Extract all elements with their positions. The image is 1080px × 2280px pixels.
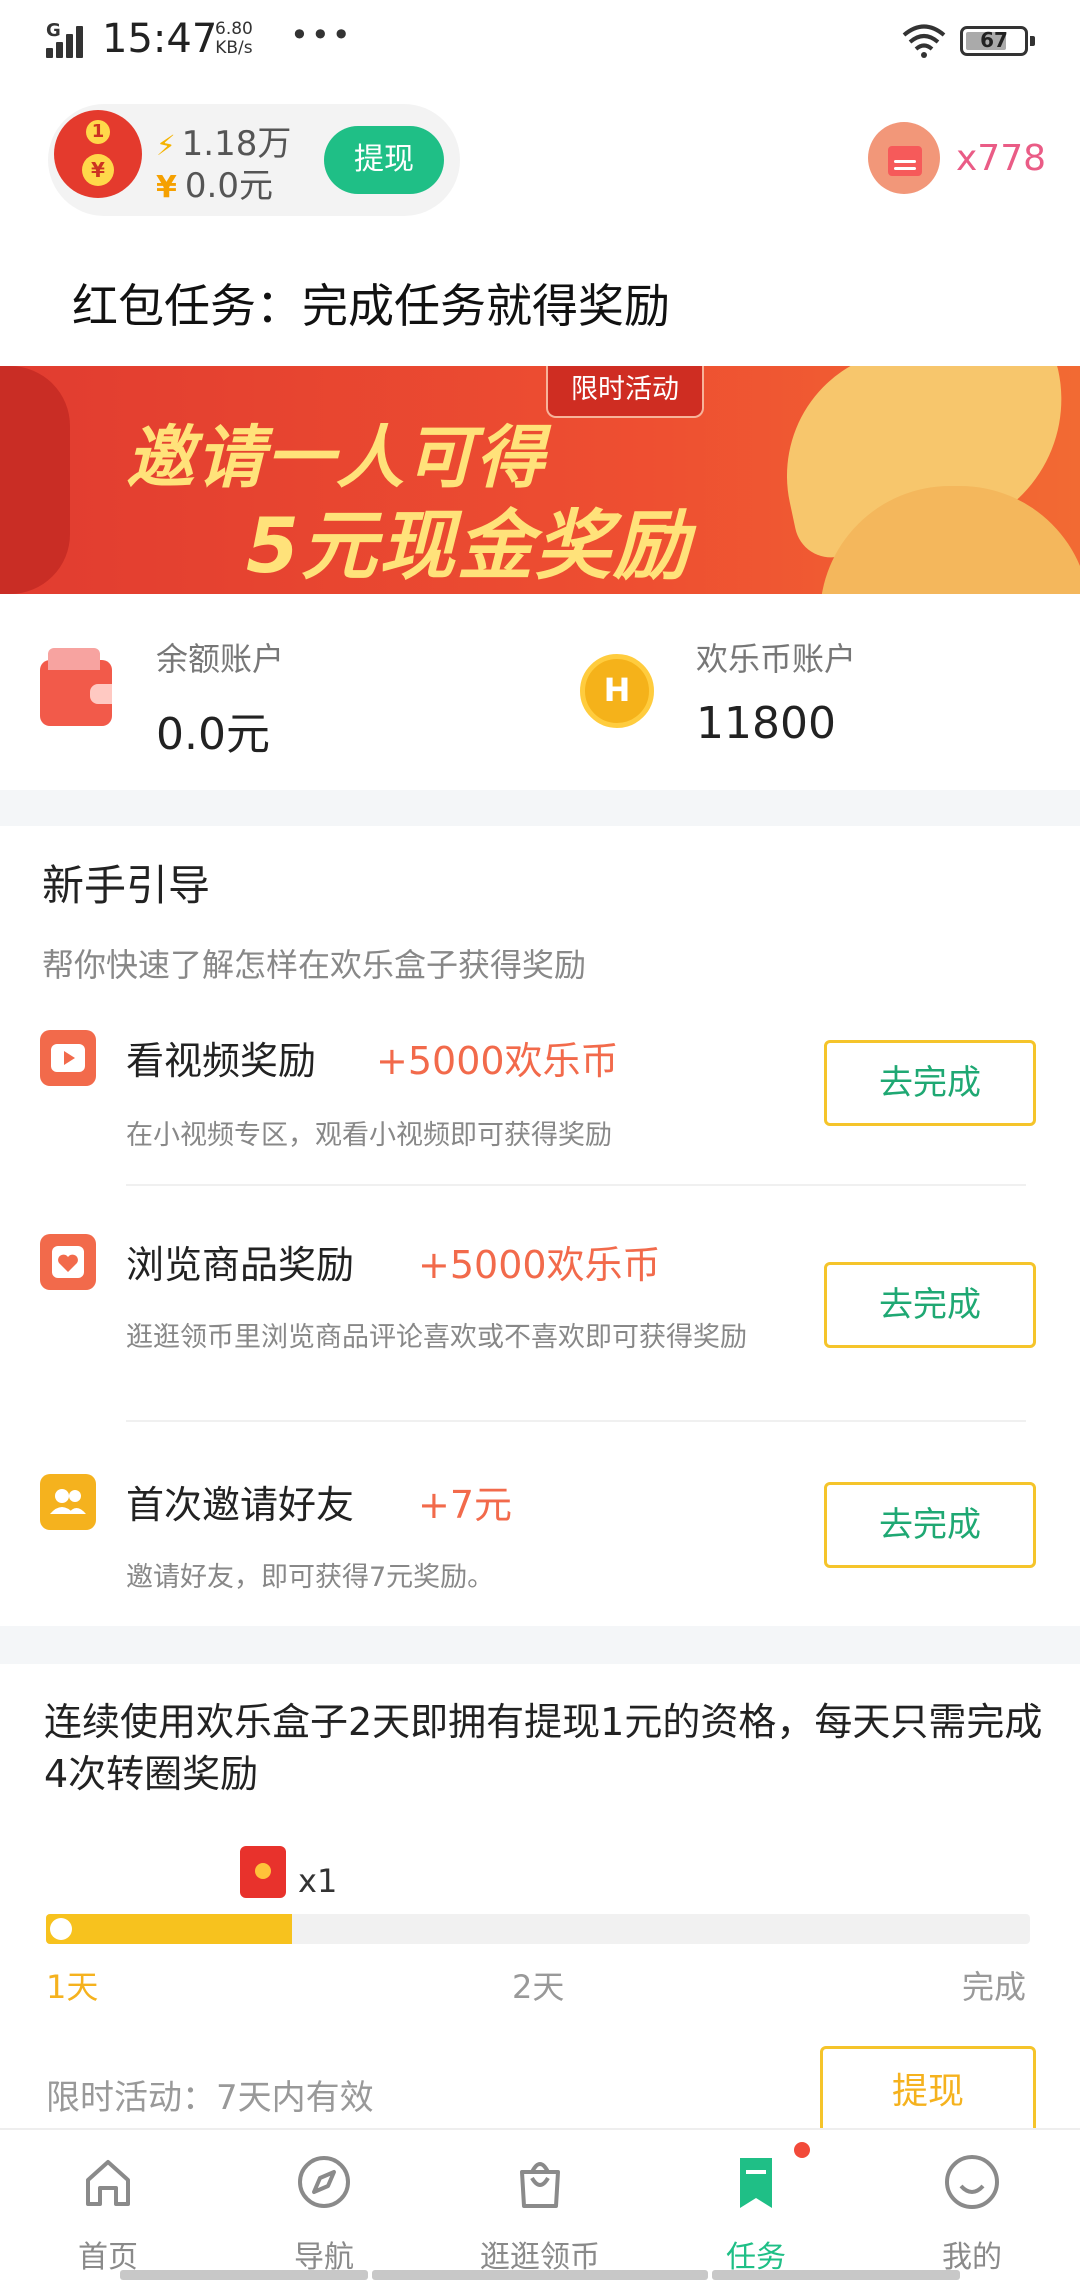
bottom-navigation: 首页 导航 逛逛领币 任务 我的 (0, 2128, 1080, 2280)
red-pack-count[interactable]: x778 (956, 138, 1046, 179)
wallet-icon (40, 648, 112, 726)
progress-fill (46, 1914, 292, 1944)
task-name-video: 看视频奖励 (126, 1039, 317, 1083)
balance-account-label: 余额账户 (156, 640, 285, 678)
cash-total: ¥0.0元 (156, 158, 273, 207)
withdraw-button[interactable]: 提现 (324, 126, 444, 194)
reward-multiplier: x1 (298, 1862, 338, 1900)
cash-total-value: 0.0元 (184, 166, 273, 206)
yen-icon: ¥ (156, 170, 177, 205)
network-speed-unit: KB/s (215, 38, 253, 58)
guide-title: 新手引导 (42, 861, 211, 910)
shopping-bag-icon (520, 2162, 560, 2208)
nav-navigation[interactable]: 导航 (216, 2130, 432, 2280)
progress-knob (50, 1918, 72, 1940)
complete-video-task-button[interactable]: 去完成 (824, 1040, 1036, 1126)
complete-browse-task-button[interactable]: 去完成 (824, 1262, 1036, 1348)
network-speed: 6.80 KB/s (215, 20, 253, 58)
status-time: 15:47 (102, 16, 218, 62)
compass-icon (298, 2156, 350, 2208)
nav-shop-coins[interactable]: 逛逛领币 (432, 2130, 648, 2280)
complete-invite-task-button[interactable]: 去完成 (824, 1482, 1036, 1568)
accounts-panel: 余额账户 0.0元 H 欢乐币账户 11800 (0, 594, 1080, 790)
notification-dot (794, 2142, 810, 2158)
video-play-icon (40, 1030, 96, 1086)
banner-tag: 限时活动 (546, 366, 704, 418)
badge-one: 1 (86, 120, 110, 144)
home-icon (86, 2160, 130, 2206)
battery-level: 67 (980, 28, 1008, 52)
progress-day-1: 1天 (46, 1968, 99, 2006)
gesture-bar (712, 2270, 960, 2280)
nav-tasks[interactable]: 任务 (648, 2130, 864, 2280)
task-name-browse: 浏览商品奖励 (126, 1243, 355, 1287)
wifi-icon (902, 24, 946, 58)
task-name-invite: 首次邀请好友 (126, 1483, 355, 1527)
gesture-bar (120, 2270, 368, 2280)
network-speed-value: 6.80 (215, 19, 253, 39)
progress-complete: 完成 (962, 1968, 1027, 2006)
task-desc-video: 在小视频专区，观看小视频即可获得奖励 (126, 1120, 612, 1151)
gesture-bar (372, 2270, 708, 2280)
continuous-use-description: 连续使用欢乐盒子2天即拥有提现1元的资格，每天只需完成4次转圈奖励 (44, 1700, 1043, 1796)
balance-account-value: 0.0元 (156, 709, 270, 760)
section-divider (0, 790, 1080, 826)
coin-account-value: 11800 (696, 698, 836, 749)
guide-subtitle: 帮你快速了解怎样在欢乐盒子获得奖励 (42, 946, 587, 984)
progress-track (46, 1914, 1030, 1944)
wallet-summary: 1 ¥ ⚡ 1.18万 ¥0.0元 提现 (48, 104, 460, 216)
banner-decoration (0, 366, 70, 594)
red-pack-icon[interactable] (868, 122, 940, 194)
task-desc-invite: 邀请好友，即可获得7元奖励。 (126, 1562, 495, 1593)
progress-day-2: 2天 (512, 1968, 565, 2006)
nav-profile[interactable]: 我的 (864, 2130, 1080, 2280)
task-divider (126, 1184, 1026, 1186)
task-reward-invite: +7元 (418, 1483, 513, 1527)
yen-coin: ¥ (82, 154, 114, 186)
page-title: 红包任务：完成任务就得奖励 (72, 279, 670, 333)
friends-icon (40, 1474, 96, 1530)
cell-signal-icon: G (46, 20, 90, 58)
task-divider (126, 1420, 1026, 1422)
limited-time-text: 限时活动：7天内有效 (46, 2078, 374, 2118)
section-divider (0, 1626, 1080, 1664)
banner-subheadline: 5元现金奖励 (246, 501, 691, 590)
bookmark-icon (740, 2158, 772, 2208)
heart-card-icon (40, 1234, 96, 1290)
red-envelope-icon (240, 1846, 286, 1898)
status-bar: G 15:47 6.80 KB/s ••• 67 (0, 0, 1080, 80)
task-desc-browse: 逛逛领币里浏览商品评论喜欢或不喜欢即可获得奖励 (126, 1322, 747, 1353)
coin-icon: H (580, 654, 654, 728)
invite-banner[interactable]: 限时活动 邀请一人可得 5元现金奖励 (0, 366, 1080, 594)
task-reward-video: +5000欢乐币 (376, 1039, 619, 1083)
withdraw-progress-button[interactable]: 提现 (820, 2046, 1036, 2136)
coin-account-label: 欢乐币账户 (696, 640, 857, 678)
red-envelope-coin-icon: 1 ¥ (54, 110, 142, 198)
more-status-icon: ••• (290, 16, 353, 54)
smiley-face-icon (945, 2155, 999, 2209)
nav-home[interactable]: 首页 (0, 2130, 216, 2280)
network-type-label: G (46, 20, 61, 41)
task-reward-browse: +5000欢乐币 (418, 1243, 661, 1287)
battery-icon: 67 (960, 26, 1035, 56)
